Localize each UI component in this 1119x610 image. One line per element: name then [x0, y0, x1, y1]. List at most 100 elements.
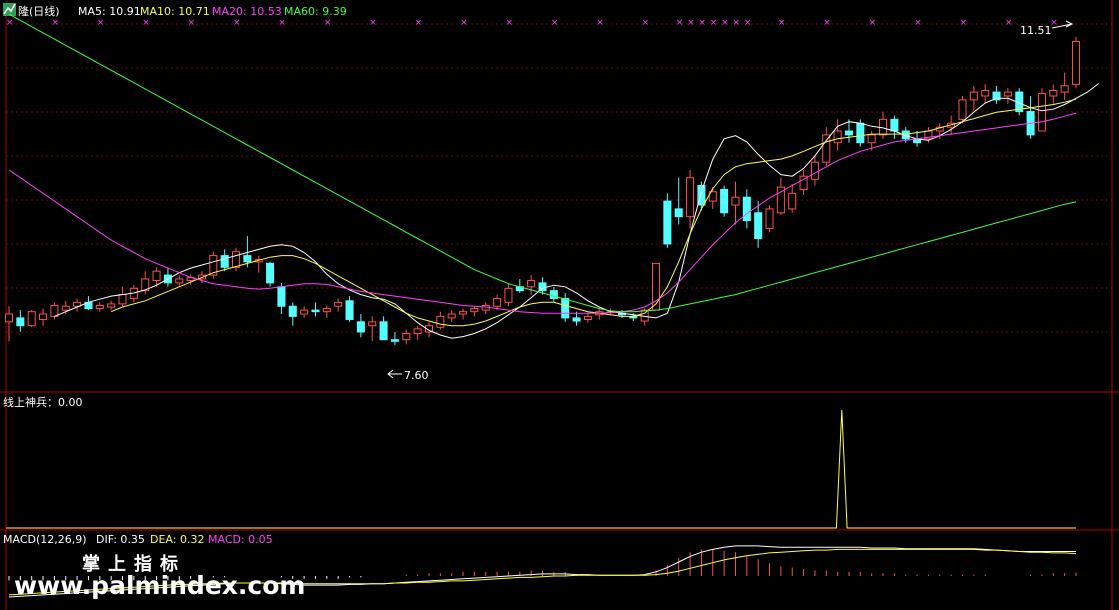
- candle-body: [1003, 91, 1012, 97]
- macd-value-legend: MACD: 0.05: [208, 533, 273, 546]
- chart-window: 隆(日线) MA5: 10.91 MA10: 10.71 MA20: 10.53…: [0, 0, 1119, 610]
- candle-body: [572, 317, 581, 322]
- candle-body: [390, 339, 399, 342]
- candle-body: [459, 311, 468, 315]
- candle-body: [107, 303, 116, 308]
- ma5-legend: MA5: 10.91: [78, 5, 141, 18]
- signal-marker-icon: ×: [914, 18, 922, 28]
- candle-body: [493, 297, 502, 307]
- signal-marker-icon: ×: [642, 18, 650, 28]
- indicator-title: 线上神兵：0.00: [3, 395, 83, 409]
- candle-body: [822, 134, 831, 163]
- signal-marker-icon: ×: [744, 18, 752, 28]
- candle-body: [175, 278, 184, 284]
- signal-marker-icon: ×: [698, 18, 706, 28]
- watermark-url: www.palmindex.com: [14, 571, 305, 600]
- chart-background: [0, 0, 1119, 610]
- stock-chart[interactable]: 隆(日线) MA5: 10.91 MA10: 10.71 MA20: 10.53…: [0, 0, 1119, 610]
- macd-title: MACD(12,26,9): [3, 533, 87, 546]
- candle-body: [856, 122, 865, 144]
- candle-body: [39, 313, 48, 320]
- candle-body: [413, 328, 422, 334]
- signal-marker-icon: ×: [233, 18, 241, 28]
- signal-marker-icon: ×: [676, 18, 684, 28]
- candle-body: [277, 286, 286, 307]
- candle-body: [345, 300, 354, 320]
- high-price-label: 11.51: [1020, 24, 1052, 37]
- signal-marker-icon: ×: [278, 18, 286, 28]
- signal-marker-icon: ×: [188, 18, 196, 28]
- signal-marker-icon: ×: [505, 18, 513, 28]
- ma60-legend: MA60: 9.39: [284, 5, 347, 18]
- candle-body: [969, 91, 978, 101]
- candle-body: [663, 200, 672, 245]
- signal-marker-icon: ×: [823, 18, 831, 28]
- candle-body: [958, 99, 967, 120]
- signal-marker-icon: ×: [324, 18, 332, 28]
- signal-marker-icon: ×: [1005, 18, 1013, 28]
- candle-body: [368, 321, 377, 327]
- signal-marker-icon: ×: [369, 18, 377, 28]
- candle-body: [322, 308, 331, 313]
- signal-marker-icon: ×: [778, 18, 786, 28]
- candle-body: [1037, 93, 1046, 132]
- candle-body: [504, 287, 513, 303]
- candle-body: [470, 308, 479, 313]
- candle-body: [981, 90, 990, 97]
- candle-body: [220, 255, 229, 268]
- candle-body: [436, 315, 445, 328]
- candle-body: [447, 313, 456, 319]
- signal-marker-icon: ×: [460, 18, 468, 28]
- candle-body: [527, 280, 536, 288]
- signal-marker-icon: ×: [710, 18, 718, 28]
- low-price-label: 7.60: [404, 369, 429, 382]
- candle-body: [686, 177, 695, 218]
- signal-marker-icon: ×: [51, 18, 59, 28]
- signal-marker-icon: ×: [6, 18, 14, 28]
- candle-body: [61, 305, 70, 311]
- macd-dif-legend: DIF: 0.35: [96, 533, 145, 546]
- candle-body: [561, 297, 570, 319]
- candle-body: [1049, 90, 1058, 97]
- candle-body: [152, 270, 161, 282]
- candle-body: [788, 192, 797, 210]
- candle-body: [731, 196, 740, 206]
- candle-body: [50, 304, 59, 317]
- candle-body: [674, 208, 683, 218]
- candle-body: [334, 301, 343, 307]
- signal-marker-icon: ×: [415, 18, 423, 28]
- candle-body: [16, 317, 25, 327]
- candle-body: [288, 305, 297, 317]
- candle-body: [844, 130, 853, 136]
- signal-marker-icon: ×: [142, 18, 150, 28]
- candle-body: [765, 208, 774, 229]
- candle-body: [402, 332, 411, 341]
- candle-body: [4, 313, 14, 323]
- ma20-legend: MA20: 10.53: [212, 5, 282, 18]
- candle-body: [833, 130, 842, 144]
- candle-body: [810, 161, 819, 180]
- candle-body: [720, 188, 729, 214]
- candle-body: [311, 309, 320, 313]
- candle-body: [538, 282, 547, 292]
- candle-body: [95, 304, 104, 310]
- ma10-legend: MA10: 10.71: [140, 5, 210, 18]
- signal-marker-icon: ×: [596, 18, 604, 28]
- candle-body: [243, 255, 252, 263]
- candle-body: [379, 321, 388, 341]
- signal-marker-icon: ×: [97, 18, 105, 28]
- candle-body: [356, 321, 365, 333]
- candle-body: [1060, 85, 1069, 93]
- candle-body: [1071, 40, 1081, 85]
- signal-marker-icon: ×: [732, 18, 740, 28]
- signal-marker-icon: ×: [869, 18, 877, 28]
- signal-marker-icon: ×: [959, 18, 967, 28]
- candle-body: [583, 315, 592, 320]
- candle-body: [890, 118, 899, 132]
- candle-body: [27, 311, 36, 327]
- candle-body: [266, 262, 275, 284]
- main-title: 隆(日线): [18, 4, 60, 18]
- candle-body: [232, 251, 241, 268]
- signal-marker-icon: ×: [721, 18, 729, 28]
- signal-marker-icon: ×: [687, 18, 695, 28]
